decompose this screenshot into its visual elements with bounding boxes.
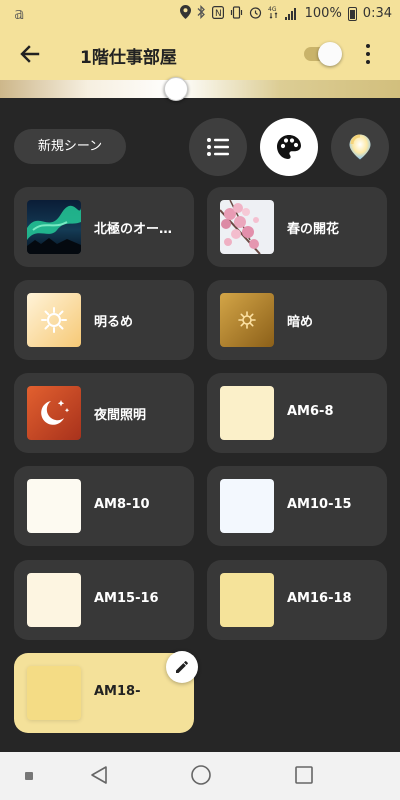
app-bar: 1階仕事部屋 [0,28,400,80]
svg-text:4G: 4G [268,6,277,13]
vibrate-icon [230,5,243,22]
scene-label: AM15-16 [94,591,159,606]
signal-icon [284,7,299,20]
status-time: 0:34 [362,6,392,21]
4g-icon: 4G [268,5,279,22]
scene-color-swatch [27,479,81,533]
scene-label: AM8-10 [94,497,150,512]
color-wheel-pin-icon [349,134,371,160]
home-circle-icon [191,765,211,785]
scene-label: 春の開花 [287,222,340,237]
scene-label: AM6-8 [287,404,334,419]
palette-icon [277,135,301,159]
location-icon [179,5,191,22]
scene-color-swatch [220,573,274,627]
battery-icon [347,6,357,21]
palette-view-button[interactable] [260,118,318,176]
scene-card[interactable]: 暗め [207,280,387,360]
nav-overview-button[interactable] [293,764,315,790]
scene-card[interactable]: 北極のオー… [14,187,194,267]
system-navigation-bar [0,752,400,800]
scene-label: 北極のオー… [94,222,173,237]
scene-color-swatch [27,666,81,720]
alarm-icon [249,6,262,22]
scene-thumbnail-blossom [220,200,274,254]
scene-card[interactable]: 春の開花 [207,187,387,267]
scene-label: AM10-15 [287,497,352,512]
scene-card[interactable]: AM15-16 [14,560,194,640]
list-view-button[interactable] [189,118,247,176]
scene-card[interactable]: AM8-10 [14,466,194,546]
scene-label: AM18- [94,684,141,699]
moon-stars-icon [41,400,70,425]
status-bar: 𝕒 N 4G 100% 0:34 [0,0,400,28]
scene-card-selected[interactable]: AM18- [14,651,198,733]
room-power-toggle[interactable] [302,42,342,66]
scene-label: 暗め [287,315,314,330]
scene-label: AM16-18 [287,591,352,606]
edit-scene-button[interactable] [166,651,198,683]
more-options-button[interactable] [358,40,378,68]
scene-thumbnail-night [27,386,81,440]
color-picker-view-button[interactable] [331,118,389,176]
scene-card[interactable]: 明るめ [14,280,194,360]
brightness-slider-thumb[interactable] [164,77,188,101]
svg-text:N: N [215,9,222,19]
s-logo-icon: 𝕒 [14,4,25,23]
back-triangle-icon [91,766,107,784]
pencil-icon [176,661,188,673]
scene-thumbnail-dim [220,293,274,347]
more-dot-icon [366,44,370,48]
scene-card[interactable]: AM16-18 [207,560,387,640]
recents-indicator-icon[interactable] [25,772,33,780]
overview-square-icon [295,766,313,784]
scene-color-swatch [27,573,81,627]
scene-label: 明るめ [94,315,134,330]
scene-thumbnail-aurora [27,200,81,254]
scene-card[interactable]: AM6-8 [207,373,387,453]
scene-color-swatch [220,479,274,533]
sun-icon [41,307,67,333]
scene-color-swatch [220,386,274,440]
more-dot-icon [366,60,370,64]
battery-percent: 100% [304,6,342,21]
brightness-slider[interactable] [0,77,400,101]
more-dot-icon [366,52,370,56]
bluetooth-icon [197,4,206,22]
nav-home-button[interactable] [190,764,212,790]
dim-sun-icon [238,311,256,329]
new-scene-button[interactable]: 新規シーン [14,129,126,164]
scene-card[interactable]: AM10-15 [207,466,387,546]
nav-back-button[interactable] [88,764,110,790]
scene-thumbnail-bright [27,293,81,347]
toggle-thumb [318,42,342,66]
back-arrow-icon [20,45,40,63]
page-title: 1階仕事部屋 [80,48,177,68]
scene-card[interactable]: 夜間照明 [14,373,194,453]
list-icon [207,138,229,156]
back-button[interactable] [12,38,48,70]
nfc-icon: N [211,5,224,22]
scene-label: 夜間照明 [94,408,147,423]
